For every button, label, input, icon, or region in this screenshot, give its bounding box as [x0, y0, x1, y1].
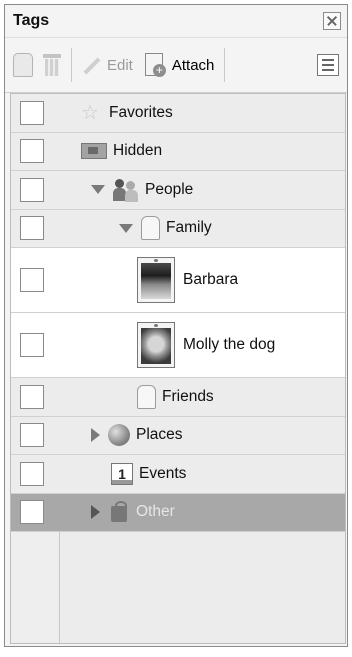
tag-checkbox[interactable]	[20, 100, 44, 125]
tag-checkbox[interactable]	[20, 500, 44, 525]
tag-checkbox[interactable]	[20, 423, 44, 448]
tag-label: Other	[136, 503, 175, 521]
toolbar-separator	[71, 48, 72, 82]
tag-label: Barbara	[183, 271, 239, 288]
expand-arrow-icon[interactable]	[91, 505, 100, 520]
tag-row-molly[interactable]: Molly the dog	[11, 313, 345, 378]
attach-button[interactable]: + Attach	[143, 53, 215, 77]
tag-label: Family	[166, 219, 212, 237]
tag-label: Favorites	[109, 103, 173, 121]
delete-tag-button[interactable]	[43, 54, 61, 76]
tag-checkbox[interactable]	[20, 333, 44, 357]
tag-checkbox[interactable]	[20, 216, 44, 241]
tag-label: Friends	[162, 387, 214, 405]
expand-arrow-icon[interactable]	[91, 185, 105, 195]
tag-row-places[interactable]: Places	[11, 416, 345, 455]
panel-titlebar: Tags	[5, 5, 347, 37]
pencil-icon	[80, 55, 102, 75]
tag-label: Hidden	[113, 142, 163, 160]
toolbar: Edit + Attach	[5, 37, 347, 93]
tag-checkbox[interactable]	[20, 384, 44, 409]
tag-row-events[interactable]: 1 Events	[11, 455, 345, 494]
list-view-icon[interactable]	[317, 54, 339, 76]
tag-label: People	[145, 180, 194, 198]
toolbar-separator	[224, 48, 226, 82]
tag-icon	[141, 216, 160, 241]
panel-title: Tags	[13, 12, 50, 29]
tag-row-hidden[interactable]: Hidden	[11, 132, 345, 171]
tag-checkbox[interactable]	[20, 268, 44, 292]
hidden-icon	[81, 143, 107, 160]
tag-label: Molly the dog	[183, 336, 276, 353]
trash-icon	[43, 54, 61, 76]
tag-row-family[interactable]: Family	[11, 209, 345, 248]
tag-checkbox[interactable]	[20, 177, 44, 202]
calendar-icon: 1	[111, 462, 133, 485]
tag-label: Places	[136, 426, 183, 444]
photo-tag-icon	[137, 322, 175, 368]
edit-button[interactable]: Edit	[80, 55, 133, 75]
other-icon	[108, 501, 130, 523]
tag-tree[interactable]: ☆ Favorites Hidden People Family Barbara…	[10, 93, 346, 644]
tag-row-barbara[interactable]: Barbara	[11, 248, 345, 313]
new-tag-icon	[13, 53, 33, 77]
tag-row-favorites[interactable]: ☆ Favorites	[11, 94, 345, 133]
tag-icon	[137, 384, 156, 409]
tag-checkbox[interactable]	[20, 139, 44, 164]
attach-label: Attach	[171, 56, 215, 74]
photo-tag-icon	[137, 257, 175, 303]
tag-row-other[interactable]: Other	[11, 493, 345, 532]
tags-panel: Tags Edit + Attach ☆ Favorites Hidden Pe…	[4, 4, 348, 647]
tag-label: Events	[139, 464, 187, 482]
expand-arrow-icon[interactable]	[119, 223, 133, 233]
new-tag-button[interactable]	[13, 53, 33, 77]
edit-label: Edit	[107, 56, 133, 74]
expand-arrow-icon[interactable]	[91, 428, 100, 443]
globe-icon	[108, 424, 130, 447]
close-icon[interactable]	[323, 12, 341, 30]
star-icon: ☆	[81, 101, 99, 124]
tag-row-friends[interactable]: Friends	[11, 378, 345, 417]
people-icon	[113, 178, 139, 202]
tag-checkbox[interactable]	[20, 461, 44, 486]
attach-icon: +	[143, 53, 167, 77]
tag-row-people[interactable]: People	[11, 171, 345, 210]
